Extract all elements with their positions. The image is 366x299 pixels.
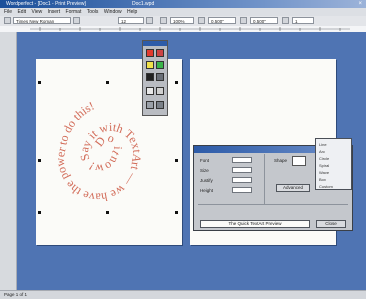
menu-tools[interactable]: Tools (87, 9, 99, 15)
color-swatch-yellow[interactable] (146, 61, 154, 69)
fill-tool-icon[interactable] (146, 101, 154, 109)
dialog-label-height: Height (200, 188, 214, 193)
color-swatch-red[interactable] (146, 49, 154, 57)
margin-left-icon[interactable] (198, 17, 205, 24)
menu-insert[interactable]: Insert (48, 9, 61, 15)
shadow-tool-icon[interactable] (156, 87, 164, 95)
rotate-tool-icon[interactable] (156, 101, 164, 109)
menu-help[interactable]: Help (127, 9, 137, 15)
outline-tool-icon[interactable] (146, 87, 154, 95)
color-swatch-black[interactable] (146, 73, 154, 81)
spiral-text: Do it now! Say it with TextArt — we have… (53, 99, 145, 205)
selection-handle[interactable] (106, 81, 109, 84)
dropdown-item[interactable]: Custom (319, 184, 333, 189)
dialog-divider (264, 154, 265, 204)
dialog-field-font[interactable] (232, 157, 252, 163)
window-subtitle: Doc1.wpd (132, 1, 155, 7)
menu-file[interactable]: File (4, 9, 12, 15)
shape-dropdown-list[interactable]: Line Arc Circle Spiral Wave Box Custom (315, 138, 352, 190)
zoom-out-icon[interactable] (160, 17, 167, 24)
menu-view[interactable]: View (31, 9, 42, 15)
font-name-field[interactable]: Times New Roman (13, 17, 71, 24)
shape-preview-box[interactable] (292, 156, 306, 166)
menu-edit[interactable]: Edit (17, 9, 26, 15)
close-icon[interactable]: × (358, 0, 362, 8)
margin-field-b[interactable]: 0.500" (250, 17, 278, 24)
dialog-label-shape: Shape (274, 158, 288, 163)
selection-handle[interactable] (175, 81, 178, 84)
dialog-field-height[interactable] (232, 187, 252, 193)
color-swatch-dark-red[interactable] (156, 49, 164, 57)
dialog-separator (198, 204, 348, 205)
dialog-field-justify[interactable] (232, 177, 252, 183)
zoom-field[interactable]: 100% (170, 17, 194, 24)
left-sidebar (0, 32, 17, 290)
selection-handle[interactable] (38, 81, 41, 84)
columns-icon[interactable] (282, 17, 289, 24)
font-dropdown-arrow-icon[interactable] (4, 17, 11, 24)
dropdown-item[interactable]: Line (319, 142, 327, 147)
font-size-dropdown-icon[interactable] (146, 17, 153, 24)
close-button[interactable]: Close (316, 220, 346, 228)
dropdown-item[interactable]: Wave (319, 170, 329, 175)
advanced-button[interactable]: Advanced (276, 184, 310, 192)
dropdown-item[interactable]: Circle (319, 156, 329, 161)
font-name-dropdown-icon[interactable] (73, 17, 80, 24)
dialog-label-font: Font (200, 158, 210, 163)
dropdown-item[interactable]: Spiral (319, 163, 329, 168)
margin-right-icon[interactable] (240, 17, 247, 24)
columns-field[interactable]: 1 (292, 17, 314, 24)
textart-preview-field[interactable]: The Quick TextArt Preview (200, 220, 310, 228)
dialog-label-justify: Justify (200, 178, 213, 183)
font-size-field[interactable]: 12 (118, 17, 144, 24)
spiral-text-path: Do it now! Say it with TextArt — we have… (53, 99, 145, 205)
color-swatch-gray[interactable] (156, 73, 164, 81)
window-title: Wordperfect - [Doc1 - Print Preview] (6, 1, 86, 7)
dropdown-item[interactable]: Arc (319, 149, 325, 154)
menu-window[interactable]: Window (104, 9, 122, 15)
dialog-label-size: Size (200, 168, 209, 173)
title-bar: Wordperfect - [Doc1 - Print Preview] Doc… (0, 0, 366, 8)
menu-format[interactable]: Format (66, 9, 82, 15)
palette-title-bar[interactable] (143, 41, 167, 46)
margin-field-a[interactable]: 0.500" (208, 17, 236, 24)
tool-palette (142, 40, 168, 116)
color-swatch-green[interactable] (156, 61, 164, 69)
dropdown-item[interactable]: Box (319, 177, 326, 182)
dialog-field-size[interactable] (232, 167, 252, 173)
